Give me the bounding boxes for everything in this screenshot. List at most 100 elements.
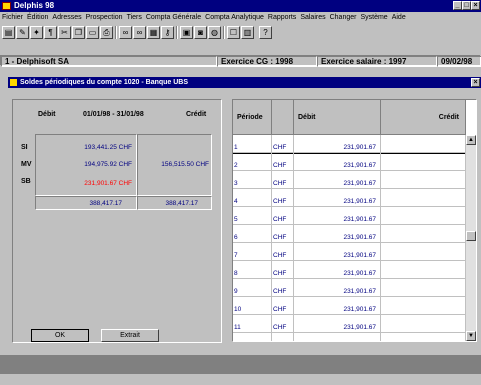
app-icon[interactable] [2, 2, 11, 10]
cell-period: 7 [233, 243, 272, 261]
menu-item-11[interactable]: Aide [390, 12, 408, 24]
edit-icon[interactable]: ✎ [16, 26, 29, 39]
app-title: Delphis 98 [14, 1, 55, 10]
period-row[interactable]: 4 CHF 231,901.67 [233, 189, 466, 207]
cell-credit [381, 189, 466, 207]
cell-credit [381, 207, 466, 225]
mv-credit-amount: 156,515.50 CHF [161, 161, 209, 168]
new-doc-icon[interactable]: ▭ [86, 26, 99, 39]
cell-debit: 231,901.67 [294, 207, 381, 225]
period-row[interactable]: 2 CHF 231,901.67 [233, 153, 466, 171]
disk-icon[interactable]: ◙ [194, 26, 207, 39]
cell-currency: CHF [272, 153, 294, 171]
cell-currency: CHF [272, 171, 294, 189]
extract-button[interactable]: Extrait [101, 329, 159, 342]
close-button[interactable]: × [471, 1, 480, 10]
exercise-cg: Exercice CG : 1998 [217, 56, 317, 67]
cell-debit: 231,901.67 [294, 189, 381, 207]
toolbar-separator [176, 26, 178, 39]
cell-currency: CHF [272, 261, 294, 279]
cell-currency: CHF [272, 243, 294, 261]
period-row[interactable]: 3 CHF 231,901.67 [233, 171, 466, 189]
current-date: 09/02/98 [437, 56, 481, 67]
cut-icon[interactable]: ✂ [58, 26, 71, 39]
period-row[interactable]: 9 CHF 231,901.67 [233, 279, 466, 297]
wand-icon[interactable]: ✦ [30, 26, 43, 39]
cell-credit [381, 315, 466, 333]
toolbar-separator [115, 26, 117, 39]
dialog-titlebar[interactable]: Soldes périodiques du compte 1020 - Banq… [8, 77, 481, 88]
menu-item-0[interactable]: Fichier [0, 12, 25, 24]
help-icon[interactable]: ? [259, 26, 272, 39]
period-row[interactable]: 5 CHF 231,901.67 [233, 207, 466, 225]
cell-period: 5 [233, 207, 272, 225]
open-folder-icon[interactable]: ▤ [2, 26, 15, 39]
vertical-scrollbar[interactable]: ▲ ▼ [466, 135, 476, 341]
cell-debit: 231,901.67 [294, 279, 381, 297]
periods-grid: Période Débit Crédit 1 CHF 231,901.67 2 CHF 2… [232, 99, 477, 342]
debit-column-header[interactable]: Débit [294, 100, 381, 135]
total-credit-amount: 388,417.17 [165, 200, 198, 207]
menu-item-1[interactable]: Édition [25, 12, 50, 24]
balance-summary-panel: Débit 01/01/98 - 31/01/98 Crédit SI MV S… [12, 99, 222, 343]
app-titlebar[interactable]: Delphis 98 _ □ × [0, 0, 481, 12]
total-debit-amount: 388,417.17 [89, 200, 122, 207]
cell-period: 10 [233, 297, 272, 315]
cell-currency: CHF [272, 189, 294, 207]
menu-item-2[interactable]: Adresses [50, 12, 83, 24]
print-icon[interactable]: ⎙ [100, 26, 113, 39]
cell-period: 8 [233, 261, 272, 279]
copy-icon[interactable]: ❐ [72, 26, 85, 39]
scroll-up-button[interactable]: ▲ [466, 135, 476, 145]
menu-item-3[interactable]: Prospection [84, 12, 125, 24]
table-icon[interactable]: ▦ [147, 26, 160, 39]
scroll-down-button[interactable]: ▼ [466, 331, 476, 341]
cell-credit [381, 297, 466, 315]
menu-item-10[interactable]: Système [358, 12, 389, 24]
si-debit-amount: 193,441.25 CHF [84, 144, 132, 151]
period-row[interactable]: 8 CHF 231,901.67 [233, 261, 466, 279]
company-name: 1 - Delphisoft SA [1, 56, 217, 67]
maximize-button[interactable]: □ [462, 1, 471, 10]
period-row[interactable]: 11 CHF 231,901.67 [233, 315, 466, 333]
period-column-header[interactable]: Période [233, 100, 272, 135]
info-bar: 1 - Delphisoft SA Exercice CG : 1998 Exe… [0, 55, 481, 67]
exercise-salary: Exercice salaire : 1997 [317, 56, 437, 67]
sb-debit-amount: 231,901.67 CHF [84, 180, 132, 187]
cell-period: 6 [233, 225, 272, 243]
menu-item-4[interactable]: Tiers [125, 12, 144, 24]
globe-icon[interactable]: ◍ [208, 26, 221, 39]
period-row[interactable]: 1 CHF 231,901.67 [233, 135, 466, 154]
ok-button[interactable]: OK [31, 329, 89, 342]
cell-currency: CHF [272, 225, 294, 243]
menu-bar: Fichier Édition Adresses Prospection Tiers Co… [0, 12, 481, 24]
key-icon[interactable]: ⚷ [161, 26, 174, 39]
period-row[interactable]: 6 CHF 231,901.67 [233, 225, 466, 243]
menu-item-8[interactable]: Salaires [298, 12, 327, 24]
scroll-thumb[interactable] [466, 231, 476, 241]
cell-currency: CHF [272, 135, 294, 153]
binoculars-icon[interactable]: ∞ [119, 26, 132, 39]
window-icon[interactable]: ▣ [180, 26, 193, 39]
minimize-button[interactable]: _ [453, 1, 462, 10]
notepad-icon[interactable]: ☐ [227, 26, 240, 39]
menu-item-7[interactable]: Rapports [266, 12, 298, 24]
cell-credit [381, 261, 466, 279]
period-row[interactable]: 7 CHF 231,901.67 [233, 243, 466, 261]
mdi-background [0, 355, 481, 374]
cell-debit: 231,901.67 [294, 261, 381, 279]
paste-icon[interactable]: ¶ [44, 26, 57, 39]
period-row[interactable]: 10 CHF 231,901.67 [233, 297, 466, 315]
period-row[interactable]: 12CHF231,901.67 [233, 333, 466, 341]
menu-item-6[interactable]: Compta Analytique [203, 12, 266, 24]
dialog-close-button[interactable]: × [471, 78, 480, 87]
cell-currency: CHF [272, 297, 294, 315]
menu-item-5[interactable]: Compta Générale [144, 12, 203, 24]
currency-column-header[interactable] [272, 100, 294, 135]
credit-column-header[interactable]: Crédit [381, 100, 466, 135]
menu-item-9[interactable]: Changer [328, 12, 359, 24]
ledger-icon[interactable]: ▥ [241, 26, 254, 39]
cell-debit: 231,901.67 [294, 153, 381, 171]
cell-credit [381, 153, 466, 171]
binoculars-plus-icon[interactable]: ∞ [133, 26, 146, 39]
